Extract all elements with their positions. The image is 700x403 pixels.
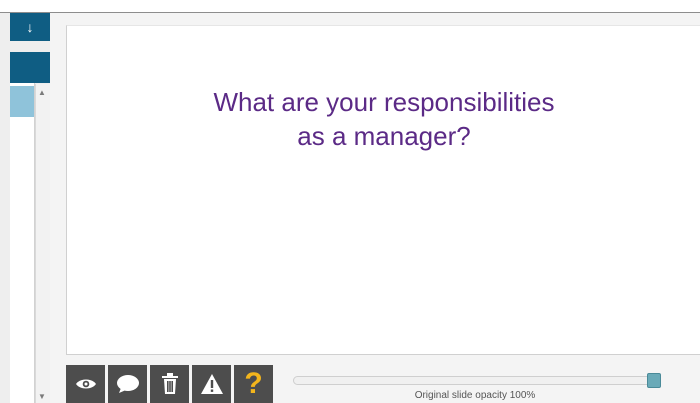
slide-canvas[interactable]: What are your responsibilities as a mana… bbox=[66, 25, 700, 355]
opacity-slider-handle[interactable] bbox=[647, 373, 661, 388]
warning-icon bbox=[200, 374, 223, 394]
comment-button[interactable] bbox=[108, 365, 147, 403]
scroll-down-arrow-icon[interactable]: ▼ bbox=[37, 392, 47, 402]
view-button[interactable] bbox=[66, 365, 105, 403]
delete-button[interactable] bbox=[150, 365, 189, 403]
thumbnail-scrollbar[interactable] bbox=[35, 84, 50, 403]
opacity-slider-label: Original slide opacity 100% bbox=[414, 390, 536, 401]
slide-title: What are your responsibilities as a mana… bbox=[67, 85, 700, 153]
opacity-slider-track[interactable] bbox=[293, 376, 655, 385]
trash-icon bbox=[161, 373, 178, 394]
help-icon: ? bbox=[244, 367, 263, 400]
slide-title-line-1: What are your responsibilities bbox=[213, 87, 555, 117]
panel-header-bar bbox=[10, 52, 50, 83]
eye-icon bbox=[75, 379, 96, 389]
annotation-toolbar: ? bbox=[66, 365, 273, 403]
download-button[interactable]: ↓ bbox=[10, 13, 50, 41]
slide-thumbnail-list bbox=[10, 83, 35, 403]
speech-bubble-icon bbox=[116, 375, 139, 393]
help-button[interactable]: ? bbox=[234, 365, 273, 403]
selected-slide-thumbnail[interactable] bbox=[10, 86, 34, 117]
report-issue-button[interactable] bbox=[192, 365, 231, 403]
scroll-up-arrow-icon[interactable]: ▲ bbox=[37, 88, 47, 98]
slide-title-line-2: as a manager? bbox=[297, 121, 471, 151]
